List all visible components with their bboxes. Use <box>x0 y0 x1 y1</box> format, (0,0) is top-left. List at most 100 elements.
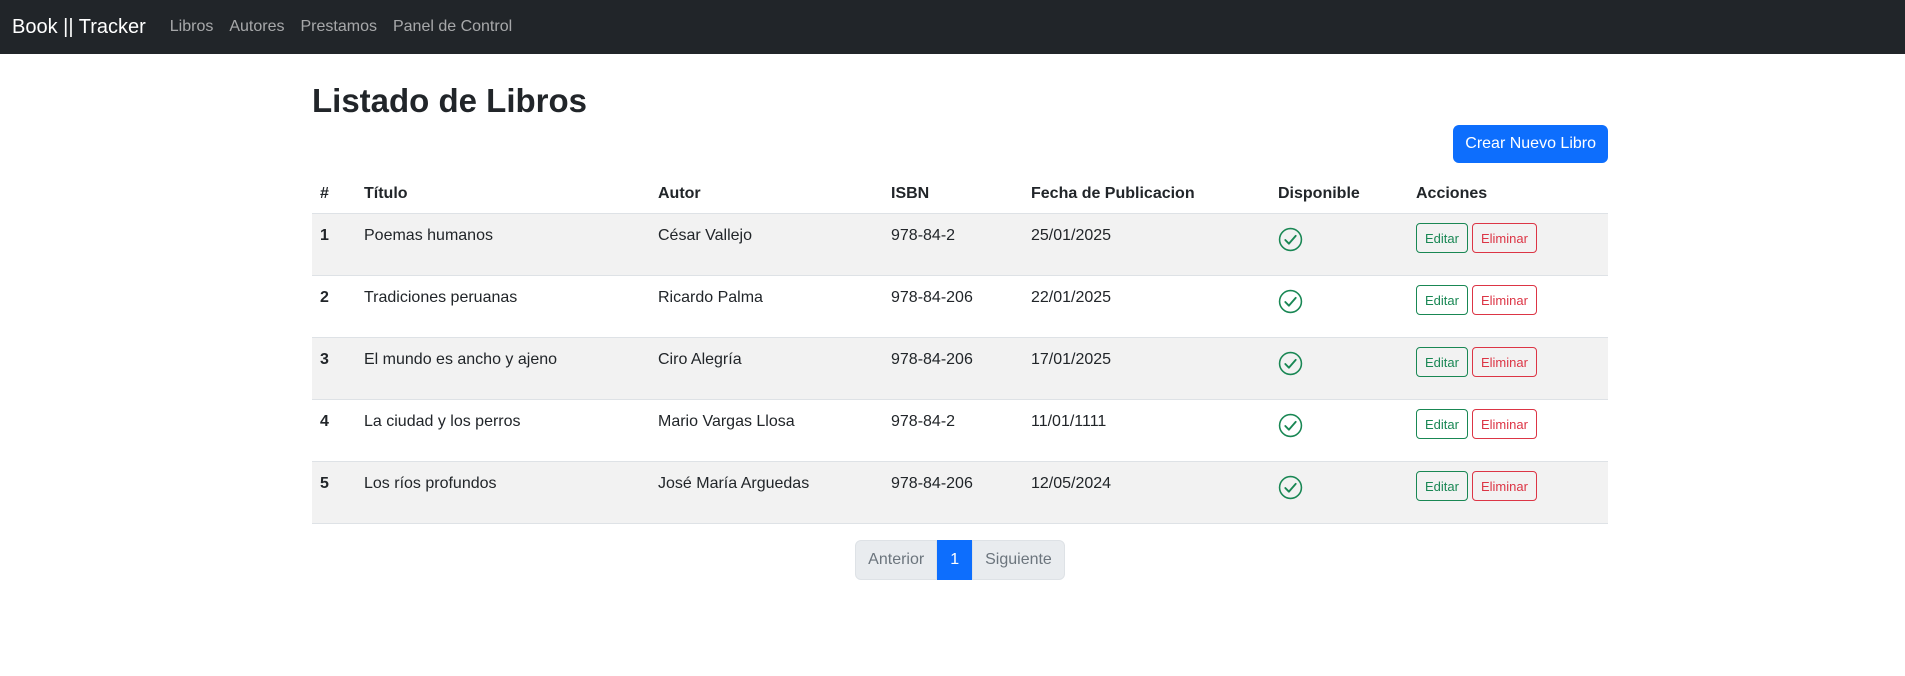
nav-link-prestamos[interactable]: Prestamos <box>301 18 377 36</box>
pagination: Anterior 1 Siguiente <box>312 540 1608 580</box>
book-title: Poemas humanos <box>364 227 493 244</box>
cell-author: César Vallejo <box>650 213 883 276</box>
edit-button[interactable]: Editar <box>1416 471 1468 501</box>
book-date: 17/01/2025 <box>1031 351 1112 368</box>
header-number: # <box>312 175 356 214</box>
cell-title: El mundo es ancho y ajeno <box>356 337 650 400</box>
delete-button[interactable]: Eliminar <box>1471 471 1537 501</box>
cell-author: Mario Vargas Llosa <box>650 399 883 462</box>
book-date: 25/01/2025 <box>1031 227 1112 244</box>
top-navbar: Book || Tracker Libros Autores Prestamos… <box>0 0 1905 54</box>
delete-button[interactable]: Eliminar <box>1471 409 1537 439</box>
table-row: 4 La ciudad y los perros Mario Vargas Llos… <box>312 399 1608 462</box>
create-book-button[interactable]: Crear Nuevo Libro <box>1453 125 1608 163</box>
edit-button[interactable]: Editar <box>1416 285 1468 315</box>
check-circle-icon <box>1278 227 1303 252</box>
delete-button[interactable]: Eliminar <box>1471 223 1537 253</box>
cell-actions: Editar Eliminar <box>1408 213 1608 276</box>
book-author: José María Arguedas <box>658 475 810 492</box>
book-isbn: 978-84-206 <box>891 351 973 368</box>
cell-author: Ricardo Palma <box>650 275 883 338</box>
cell-actions: Editar Eliminar <box>1408 399 1608 462</box>
main-container: Listado de Libros Crear Nuevo Libro # Tí… <box>312 54 1608 580</box>
cell-isbn: 978-84-206 <box>883 461 1023 524</box>
check-circle-icon <box>1278 289 1303 314</box>
check-circle-icon <box>1278 413 1303 438</box>
table-row: 2 Tradiciones peruanas Ricardo Palma 978-84… <box>312 275 1608 338</box>
edit-button[interactable]: Editar <box>1416 409 1468 439</box>
nav-link-panel-control[interactable]: Panel de Control <box>393 18 512 36</box>
cell-title: Los ríos profundos <box>356 461 650 524</box>
cell-actions: Editar Eliminar <box>1408 461 1608 524</box>
cell-number: 2 <box>312 275 356 338</box>
book-isbn: 978-84-206 <box>891 475 973 492</box>
cell-available <box>1270 275 1408 338</box>
cell-date: 11/01/1111 <box>1023 399 1270 462</box>
check-circle-icon <box>1278 475 1303 500</box>
cell-isbn: 978-84-206 <box>883 337 1023 400</box>
cell-title: Poemas humanos <box>356 213 650 276</box>
cell-available <box>1270 399 1408 462</box>
row-number: 3 <box>320 351 329 368</box>
book-title: El mundo es ancho y ajeno <box>364 351 558 368</box>
cell-title: La ciudad y los perros <box>356 399 650 462</box>
cell-date: 12/05/2024 <box>1023 461 1270 524</box>
row-number: 1 <box>320 227 329 244</box>
cell-title: Tradiciones peruanas <box>356 275 650 338</box>
cell-number: 4 <box>312 399 356 462</box>
cell-actions: Editar Eliminar <box>1408 275 1608 338</box>
cell-actions: Editar Eliminar <box>1408 337 1608 400</box>
cell-isbn: 978-84-2 <box>883 399 1023 462</box>
header-date: Fecha de Publicacion <box>1023 175 1270 214</box>
row-number: 4 <box>320 413 329 430</box>
book-author: Mario Vargas Llosa <box>658 413 795 430</box>
cell-isbn: 978-84-2 <box>883 213 1023 276</box>
brand-logo[interactable]: Book || Tracker <box>12 16 146 39</box>
check-circle-icon <box>1278 351 1303 376</box>
row-number: 5 <box>320 475 329 492</box>
table-row: 5 Los ríos profundos José María Arguedas 97… <box>312 461 1608 524</box>
cell-available <box>1270 337 1408 400</box>
cell-date: 25/01/2025 <box>1023 213 1270 276</box>
pagination-prev[interactable]: Anterior <box>855 540 938 580</box>
cell-author: Ciro Alegría <box>650 337 883 400</box>
book-author: César Vallejo <box>658 227 752 244</box>
book-isbn: 978-84-2 <box>891 413 956 430</box>
cell-number: 5 <box>312 461 356 524</box>
table-row: 3 El mundo es ancho y ajeno Ciro Alegría 97… <box>312 337 1608 400</box>
book-author: Ciro Alegría <box>658 351 742 368</box>
pagination-next[interactable]: Siguiente <box>972 540 1065 580</box>
cell-author: José María Arguedas <box>650 461 883 524</box>
header-available: Disponible <box>1270 175 1408 214</box>
book-title: Los ríos profundos <box>364 475 497 492</box>
nav-link-libros[interactable]: Libros <box>170 18 214 36</box>
book-date: 12/05/2024 <box>1031 475 1112 492</box>
delete-button[interactable]: Eliminar <box>1471 285 1537 315</box>
book-date: 11/01/1111 <box>1031 413 1107 430</box>
pagination-page-current[interactable]: 1 <box>937 540 973 580</box>
cell-available <box>1270 213 1408 276</box>
edit-button[interactable]: Editar <box>1416 223 1468 253</box>
book-date: 22/01/2025 <box>1031 289 1112 306</box>
header-title: Título <box>356 175 650 214</box>
table-body: 1 Poemas humanos César Vallejo 978-84-2 25/0… <box>312 213 1608 524</box>
cell-available <box>1270 461 1408 524</box>
book-author: Ricardo Palma <box>658 289 763 306</box>
delete-button[interactable]: Eliminar <box>1471 347 1537 377</box>
cell-isbn: 978-84-206 <box>883 275 1023 338</box>
header-actions: Acciones <box>1408 175 1608 214</box>
table-header-row: # Título Autor ISBN Fecha de Publicacion… <box>312 175 1608 214</box>
book-title: Tradiciones peruanas <box>364 289 518 306</box>
table-row: 1 Poemas humanos César Vallejo 978-84-2 25/0… <box>312 213 1608 276</box>
cell-number: 3 <box>312 337 356 400</box>
header-isbn: ISBN <box>883 175 1023 214</box>
toolbar: Crear Nuevo Libro <box>312 125 1608 163</box>
nav-link-autores[interactable]: Autores <box>229 18 284 36</box>
row-number: 2 <box>320 289 329 306</box>
book-title: La ciudad y los perros <box>364 413 521 430</box>
edit-button[interactable]: Editar <box>1416 347 1468 377</box>
book-isbn: 978-84-206 <box>891 289 973 306</box>
cell-number: 1 <box>312 213 356 276</box>
books-table: # Título Autor ISBN Fecha de Publicacion… <box>312 175 1608 524</box>
header-author: Autor <box>650 175 883 214</box>
